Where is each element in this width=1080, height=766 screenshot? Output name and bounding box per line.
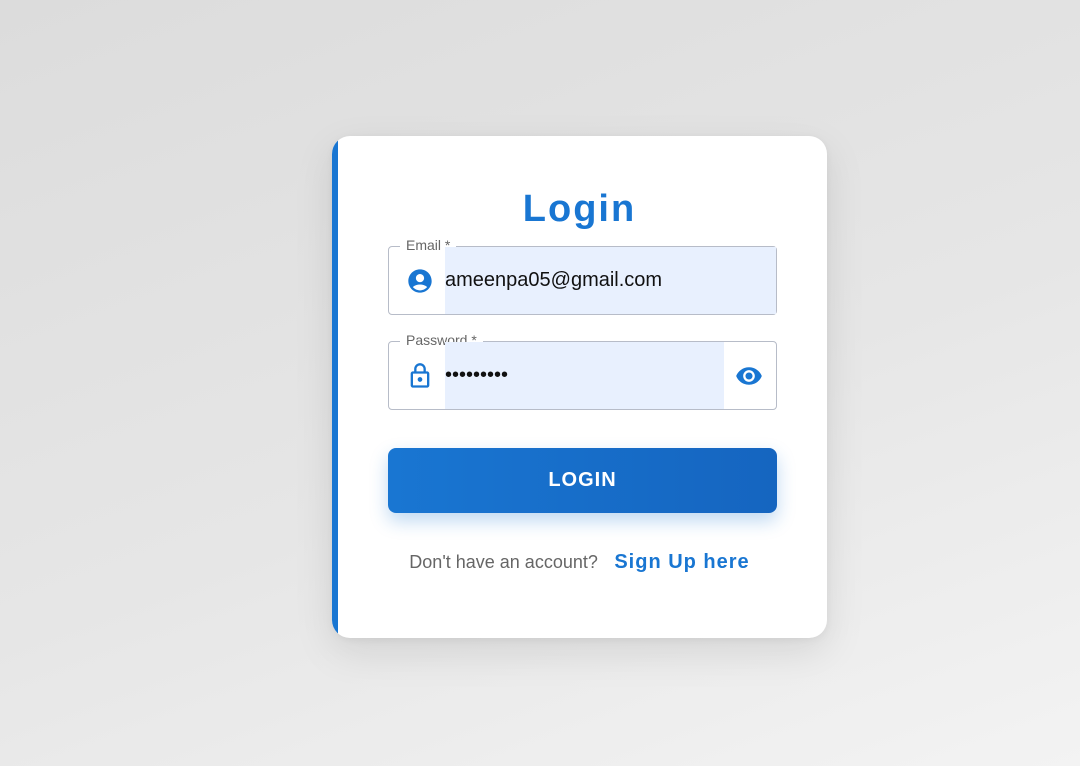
- password-input[interactable]: •••••••••: [445, 342, 508, 409]
- login-button[interactable]: LOGIN: [388, 448, 777, 513]
- lock-icon: [406, 362, 434, 390]
- login-card: Login Email * ameenpa05@gmail.com Passwo…: [332, 136, 827, 638]
- eye-icon[interactable]: [734, 362, 764, 390]
- signup-prompt-text: Don't have an account?: [409, 552, 598, 572]
- email-field[interactable]: Email * ameenpa05@gmail.com: [388, 236, 777, 315]
- email-input[interactable]: ameenpa05@gmail.com: [445, 247, 662, 314]
- signup-link[interactable]: Sign Up here: [614, 551, 749, 573]
- password-field[interactable]: Password * •••••••••: [388, 331, 777, 410]
- page-title: Login: [522, 188, 637, 230]
- signup-prompt-row: Don't have an account? Sign Up here: [332, 548, 827, 578]
- account-circle-icon: [406, 267, 434, 295]
